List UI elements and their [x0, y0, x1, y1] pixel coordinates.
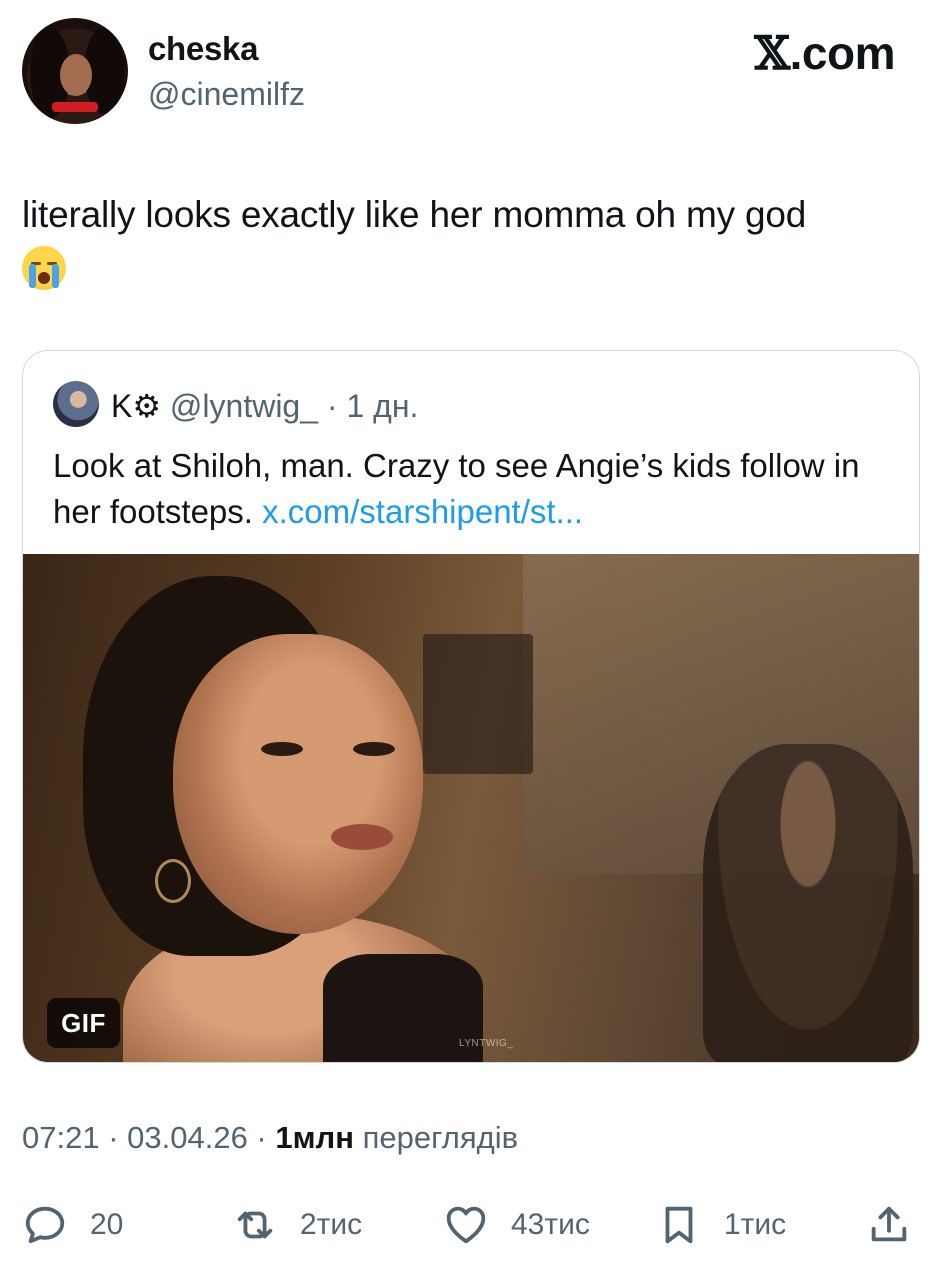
tweet-body: literally looks exactly like her momma o…: [22, 194, 807, 235]
views-label: переглядів: [362, 1120, 519, 1155]
quoted-tweet-text: Look at Shiloh, man. Crazy to see Angie’…: [53, 443, 893, 535]
share-button[interactable]: [866, 1195, 912, 1255]
author-handle[interactable]: @cinemilfz: [148, 76, 305, 113]
tweet-date[interactable]: 03.04.26: [127, 1120, 248, 1155]
tweet-meta: 07:21 · 03.04.26 · 1млн переглядів: [22, 1120, 518, 1156]
tweet-screenshot: cheska @cinemilfz 𝕏.com literally looks …: [0, 0, 943, 1280]
media-watermark: LYNTWIG_: [459, 1038, 514, 1049]
action-bar: 20 2тис 43тис 1тис: [0, 1195, 943, 1255]
repost-button[interactable]: 2тис: [232, 1195, 362, 1255]
views-count: 1млн: [275, 1120, 354, 1155]
quoted-timestamp[interactable]: 1 дн.: [346, 388, 418, 424]
brand-suffix: .com: [789, 27, 896, 79]
author-avatar[interactable]: [22, 18, 128, 124]
quoted-media-gif[interactable]: GIF LYNTWIG_: [23, 554, 919, 1062]
repost-count: 2тис: [300, 1208, 363, 1241]
x-logo: 𝕏.com: [754, 26, 895, 80]
reply-count: 20: [90, 1208, 124, 1241]
like-count: 43тис: [511, 1208, 590, 1241]
quoted-tweet-card[interactable]: K⚙ @lyntwig_ · 1 дн. Look at Shiloh, man…: [22, 350, 920, 1063]
reply-button[interactable]: 20: [22, 1195, 123, 1255]
quoted-link[interactable]: x.com/starshipent/st...: [262, 493, 583, 530]
quoted-author-avatar[interactable]: [53, 381, 99, 427]
gif-badge: GIF: [47, 998, 120, 1048]
bookmark-icon: [665, 1206, 693, 1244]
quoted-tweet-header: K⚙ @lyntwig_ · 1 дн.: [111, 387, 418, 425]
quoted-author-handle[interactable]: @lyntwig_: [170, 388, 318, 424]
author-display-name[interactable]: cheska: [148, 30, 258, 68]
share-icon: [871, 1206, 907, 1242]
meta-dot: ·: [99, 1120, 128, 1155]
tweet-time[interactable]: 07:21: [22, 1120, 100, 1155]
bookmark-button[interactable]: 1тис: [656, 1195, 786, 1255]
separator-dot: ·: [318, 388, 347, 424]
tweet-text: literally looks exactly like her momma o…: [22, 190, 912, 295]
bookmark-count: 1тис: [724, 1208, 787, 1241]
repost-icon: [237, 1211, 273, 1239]
like-button[interactable]: 43тис: [443, 1195, 590, 1255]
meta-dot: ·: [247, 1120, 276, 1155]
x-logo-icon: 𝕏: [754, 26, 790, 80]
heart-icon: [446, 1206, 486, 1244]
quoted-author-name[interactable]: K⚙: [111, 388, 161, 424]
reply-icon: [25, 1206, 65, 1244]
loudly-crying-face-icon: [22, 246, 66, 290]
